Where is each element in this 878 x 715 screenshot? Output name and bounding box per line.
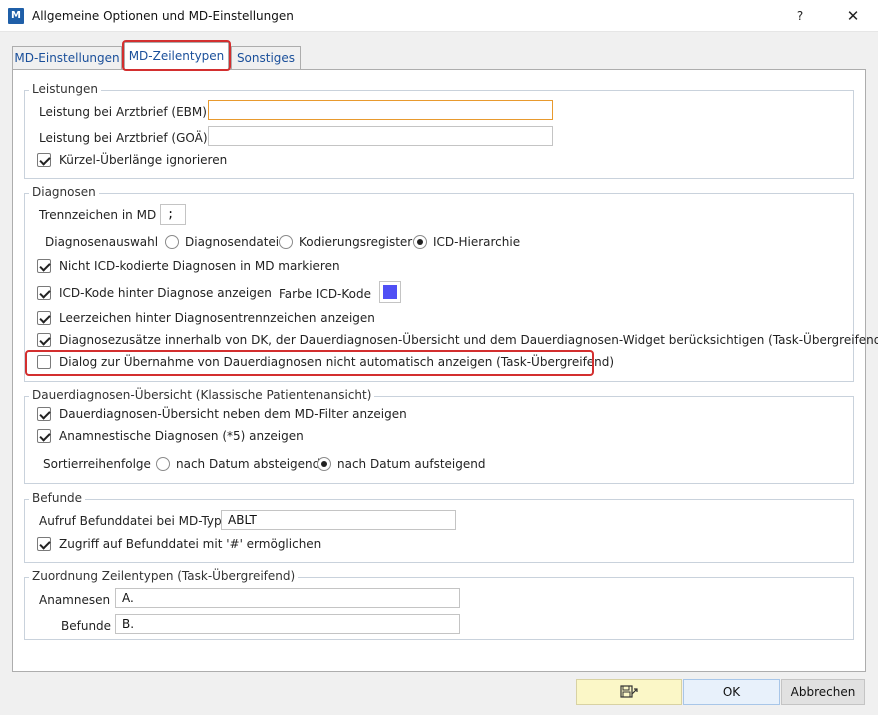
radio-aufsteigend[interactable] (317, 457, 331, 471)
kuerzel-checkbox[interactable] (37, 153, 51, 167)
radio-absteigend-label: nach Datum absteigend (176, 457, 321, 471)
window-title: Allgemeine Optionen und MD-Einstellungen (32, 9, 294, 23)
tab-highlight-frame (122, 40, 231, 71)
sortierreihenfolge-label: Sortierreihenfolge (43, 457, 151, 471)
trennzeichen-label: Trennzeichen in MD (39, 208, 157, 222)
close-button[interactable]: ✕ (842, 6, 864, 26)
group-title-dauerdiagnosen: Dauerdiagnosen-Übersicht (Klassische Pat… (29, 388, 375, 402)
icd-kode-label: ICD-Kode hinter Diagnose anzeigen (59, 286, 272, 300)
tab-md-einstellungen[interactable]: MD-Einstellungen (12, 46, 122, 70)
ebm-label: Leistung bei Arztbrief (EBM) (39, 105, 207, 119)
ebm-field[interactable] (208, 100, 553, 120)
group-title-befunde: Befunde (29, 491, 86, 505)
goae-label: Leistung bei Arztbrief (GOÄ) (39, 131, 208, 145)
save-layout-button[interactable] (576, 679, 682, 705)
group-title-zuordnung: Zuordnung Zeilentypen (Task-Übergreifend… (29, 569, 299, 583)
goae-field[interactable] (208, 126, 553, 146)
nicht-icd-checkbox[interactable] (37, 259, 51, 273)
befunde-zuordnung-field[interactable]: B. (115, 614, 460, 634)
befunde-zuordnung-label: Befunde (61, 619, 112, 633)
zugriff-checkbox[interactable] (37, 537, 51, 551)
radio-kodierungsregister-label: Kodierungsregister (299, 235, 413, 249)
aufruf-befunddatei-field[interactable]: ABLT (221, 510, 456, 530)
trennzeichen-field[interactable]: ; (160, 204, 186, 225)
cancel-button[interactable]: Abbrechen (781, 679, 865, 705)
zusaetze-checkbox[interactable] (37, 333, 51, 347)
dauer-neben-checkbox[interactable] (37, 407, 51, 421)
aufruf-befunddatei-label: Aufruf Befunddatei bei MD-Typ (39, 514, 222, 528)
anamnestische-label: Anamnestische Diagnosen (*5) anzeigen (59, 429, 304, 443)
farbe-label: Farbe ICD-Kode (279, 287, 372, 301)
kuerzel-label: Kürzel-Überlänge ignorieren (59, 153, 228, 167)
farbe-color-swatch (383, 285, 397, 299)
group-title-leistungen: Leistungen (29, 82, 101, 96)
farbe-color-picker[interactable] (379, 281, 401, 303)
anamnesen-field[interactable]: A. (115, 588, 460, 608)
dauer-neben-label: Dauerdiagnosen-Übersicht neben dem MD-Fi… (59, 407, 407, 421)
anamnesen-label: Anamnesen (39, 593, 111, 607)
radio-kodierungsregister[interactable] (279, 235, 293, 249)
leerzeichen-label: Leerzeichen hinter Diagnosentrennzeichen… (59, 311, 375, 325)
anamnestische-checkbox[interactable] (37, 429, 51, 443)
help-button[interactable]: ? (790, 6, 810, 26)
icd-kode-checkbox[interactable] (37, 286, 51, 300)
zusaetze-label: Diagnosezusätze innerhalb von DK, der Da… (59, 333, 878, 347)
leerzeichen-checkbox[interactable] (37, 311, 51, 325)
zugriff-label: Zugriff auf Befunddatei mit '#' ermöglic… (59, 537, 322, 551)
group-befunde: Befunde (24, 491, 854, 563)
nicht-icd-label: Nicht ICD-kodierte Diagnosen in MD marki… (59, 259, 340, 273)
diagnosenauswahl-label: Diagnosenauswahl (45, 235, 159, 249)
ok-button[interactable]: OK (683, 679, 780, 705)
radio-absteigend[interactable] (156, 457, 170, 471)
app-logo-icon: M (8, 8, 24, 24)
radio-diagnosendatei[interactable] (165, 235, 179, 249)
radio-icd-hierarchie-label: ICD-Hierarchie (433, 235, 521, 249)
group-title-diagnosen: Diagnosen (29, 185, 99, 199)
tab-sonstiges[interactable]: Sonstiges (231, 46, 301, 70)
radio-diagnosendatei-label: Diagnosendatei (185, 235, 280, 249)
radio-icd-hierarchie[interactable] (413, 235, 427, 249)
title-bar: M Allgemeine Optionen und MD-Einstellung… (0, 0, 878, 32)
radio-aufsteigend-label: nach Datum aufsteigend (337, 457, 486, 471)
save-layout-icon (620, 684, 638, 698)
dialog-row-highlight-frame (25, 350, 594, 376)
